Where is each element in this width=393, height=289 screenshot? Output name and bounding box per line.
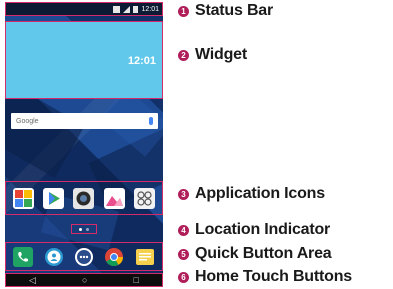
google-search-bar[interactable]: Google [11, 113, 158, 129]
messages-icon[interactable] [135, 247, 155, 267]
google-logo: Google [16, 117, 39, 125]
callout-text: Application Icons [195, 185, 325, 202]
back-button[interactable]: ◁ [29, 275, 36, 285]
mic-icon[interactable] [149, 117, 153, 125]
callout-number: 3 [178, 188, 189, 200]
home-button[interactable]: ○ [82, 275, 87, 285]
callout-number: 2 [178, 49, 189, 61]
callout-text: Status Bar [195, 2, 274, 19]
wallpaper-shard [5, 86, 85, 178]
battery-icon [133, 5, 139, 13]
callout-number: 4 [178, 224, 189, 236]
callout-number: 1 [178, 5, 189, 17]
application-icons-row [5, 181, 163, 215]
app-drawer-icon[interactable] [74, 247, 94, 267]
play-store-icon[interactable] [43, 187, 65, 209]
callout-number: 5 [178, 248, 189, 260]
photos-app-icon[interactable] [12, 187, 34, 209]
widget-time: 12:01 [127, 55, 156, 67]
callout-quick-button-area: 5 Quick Button Area [178, 245, 332, 263]
contacts-icon[interactable] [44, 247, 64, 267]
gallery-icon[interactable] [103, 187, 125, 209]
camera-icon[interactable] [73, 187, 95, 209]
callout-number: 6 [178, 271, 189, 283]
chrome-icon[interactable] [104, 247, 124, 267]
callout-home-touch-buttons: 6 Home Touch Buttons [178, 268, 352, 286]
signal-icon [123, 5, 131, 13]
notification-icon [113, 5, 121, 13]
callout-status-bar: 1 Status Bar [178, 2, 273, 20]
recents-button[interactable]: □ [134, 275, 139, 285]
status-clock: 12:01 [141, 5, 159, 13]
callout-text: Widget [195, 46, 247, 63]
callout-widget: 2 Widget [178, 46, 247, 64]
home-touch-buttons: ◁ ○ □ [5, 273, 163, 287]
page-dot [86, 227, 89, 231]
clock-widget[interactable]: 12:01 [5, 21, 163, 99]
callout-application-icons: 3 Application Icons [178, 185, 325, 203]
location-indicator [71, 224, 97, 234]
status-bar: 12:01 [5, 2, 163, 16]
apps-grid-icon[interactable] [134, 187, 156, 209]
page-dot-active [79, 227, 82, 231]
callout-text: Location Indicator [195, 221, 331, 238]
quick-button-area [5, 242, 163, 271]
callout-text: Home Touch Buttons [195, 268, 352, 285]
callout-text: Quick Button Area [195, 245, 332, 262]
phone-screen: 12:01 12:01 Google ◁ ○ □ [5, 2, 163, 287]
callout-location-indicator: 4 Location Indicator [178, 221, 330, 239]
phone-icon[interactable] [13, 246, 34, 267]
